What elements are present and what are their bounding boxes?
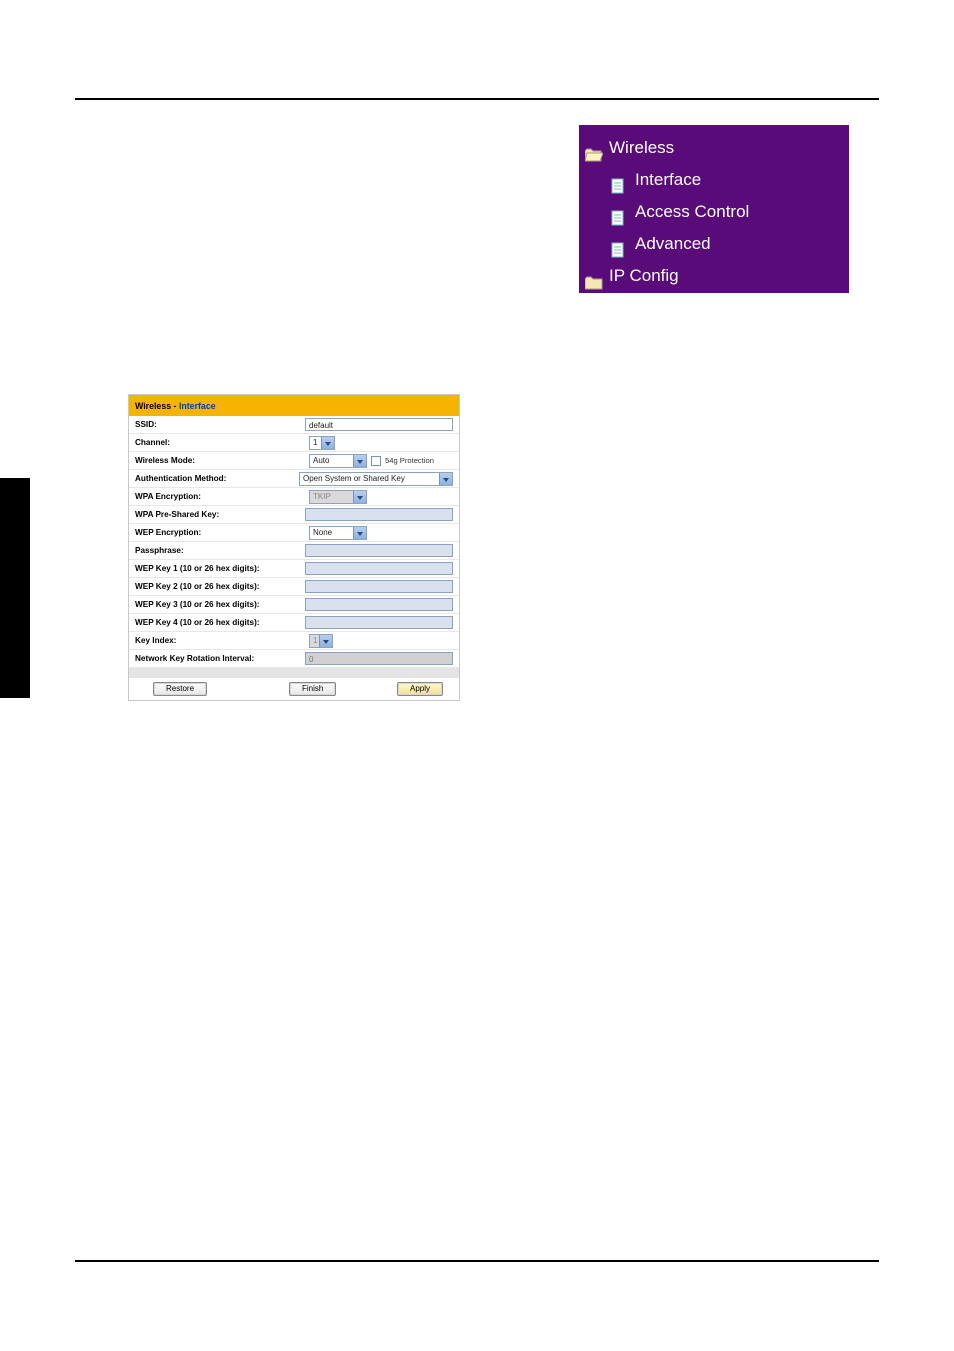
nav-item-ip-config[interactable]: IP Config [585,260,843,292]
horizontal-rule-top [75,98,879,100]
panel-title: Wireless - Interface [129,395,459,416]
wep3-input[interactable] [305,598,453,611]
label-wep1: WEP Key 1 (10 or 26 hex digits): [129,564,305,573]
wpa-psk-input[interactable] [305,508,453,521]
label-wep3: WEP Key 3 (10 or 26 hex digits): [129,600,305,609]
keyidx-select[interactable]: 1 [309,634,333,648]
label-wep-enc: WEP Encryption: [129,528,309,537]
nav-item-interface[interactable]: Interface [585,164,843,196]
finish-button[interactable]: Finish [289,682,336,696]
row-wpa-enc: WPA Encryption: TKIP [129,488,459,506]
wireless-interface-panel: Wireless - Interface SSID: default Chann… [128,394,460,701]
apply-button[interactable]: Apply [397,682,443,696]
label-mode: Wireless Mode: [129,456,309,465]
wep2-input[interactable] [305,580,453,593]
nav-item-access-control[interactable]: Access Control [585,196,843,228]
label-auth: Authentication Method: [129,474,299,483]
nav-label-interface: Interface [635,164,701,196]
wep1-input[interactable] [305,562,453,575]
row-wep-enc: WEP Encryption: None [129,524,459,542]
rotation-input[interactable]: 0 [305,652,453,665]
panel-separator [129,668,459,678]
nav-label-advanced: Advanced [635,228,711,260]
passphrase-input[interactable] [305,544,453,557]
nav-label-ip-config: IP Config [609,260,679,292]
panel-title-prefix: Wireless - [135,401,179,411]
mode-select[interactable]: Auto [309,454,367,468]
nav-label-access-control: Access Control [635,196,749,228]
label-wep2: WEP Key 2 (10 or 26 hex digits): [129,582,305,591]
row-channel: Channel: 1 [129,434,459,452]
label-rotation: Network Key Rotation Interval: [129,654,305,663]
label-wpa-psk: WPA Pre-Shared Key: [129,510,305,519]
label-passphrase: Passphrase: [129,546,305,555]
nav-label-wireless: Wireless [609,132,674,164]
nav-item-advanced[interactable]: Advanced [585,228,843,260]
label-wep4: WEP Key 4 (10 or 26 hex digits): [129,618,305,627]
row-wep2: WEP Key 2 (10 or 26 hex digits): [129,578,459,596]
horizontal-rule-bottom [75,1260,879,1262]
wep-enc-select[interactable]: None [309,526,367,540]
row-wpa-psk: WPA Pre-Shared Key: [129,506,459,524]
row-ssid: SSID: default [129,416,459,434]
row-auth: Authentication Method: Open System or Sh… [129,470,459,488]
folder-open-icon [585,141,603,155]
wep4-input[interactable] [305,616,453,629]
ssid-input[interactable]: default [305,418,453,431]
auth-select[interactable]: Open System or Shared Key [299,472,453,486]
row-passphrase: Passphrase: [129,542,459,560]
panel-buttons: Restore Finish Apply [129,678,459,700]
protection-label: 54g Protection [385,456,434,465]
row-mode: Wireless Mode: Auto 54g Protection [129,452,459,470]
panel-title-accent: Interface [179,401,216,411]
nav-item-wireless[interactable]: Wireless [585,132,843,164]
document-icon [611,205,629,219]
label-wpa-enc: WPA Encryption: [129,492,309,501]
label-channel: Channel: [129,438,309,447]
label-ssid: SSID: [129,420,305,429]
restore-button[interactable]: Restore [153,682,207,696]
wireless-nav-tree: Wireless Interface Access Control Advanc… [579,125,849,293]
protection-checkbox[interactable] [371,456,381,466]
row-wep3: WEP Key 3 (10 or 26 hex digits): [129,596,459,614]
document-icon [611,173,629,187]
channel-select[interactable]: 1 [309,436,335,450]
label-keyidx: Key Index: [129,636,309,645]
wpa-enc-select[interactable]: TKIP [309,490,367,504]
row-wep4: WEP Key 4 (10 or 26 hex digits): [129,614,459,632]
row-rotation: Network Key Rotation Interval: 0 [129,650,459,668]
document-icon [611,237,629,251]
row-wep1: WEP Key 1 (10 or 26 hex digits): [129,560,459,578]
chapter-marker [0,478,30,698]
row-keyidx: Key Index: 1 [129,632,459,650]
folder-closed-icon [585,269,603,283]
